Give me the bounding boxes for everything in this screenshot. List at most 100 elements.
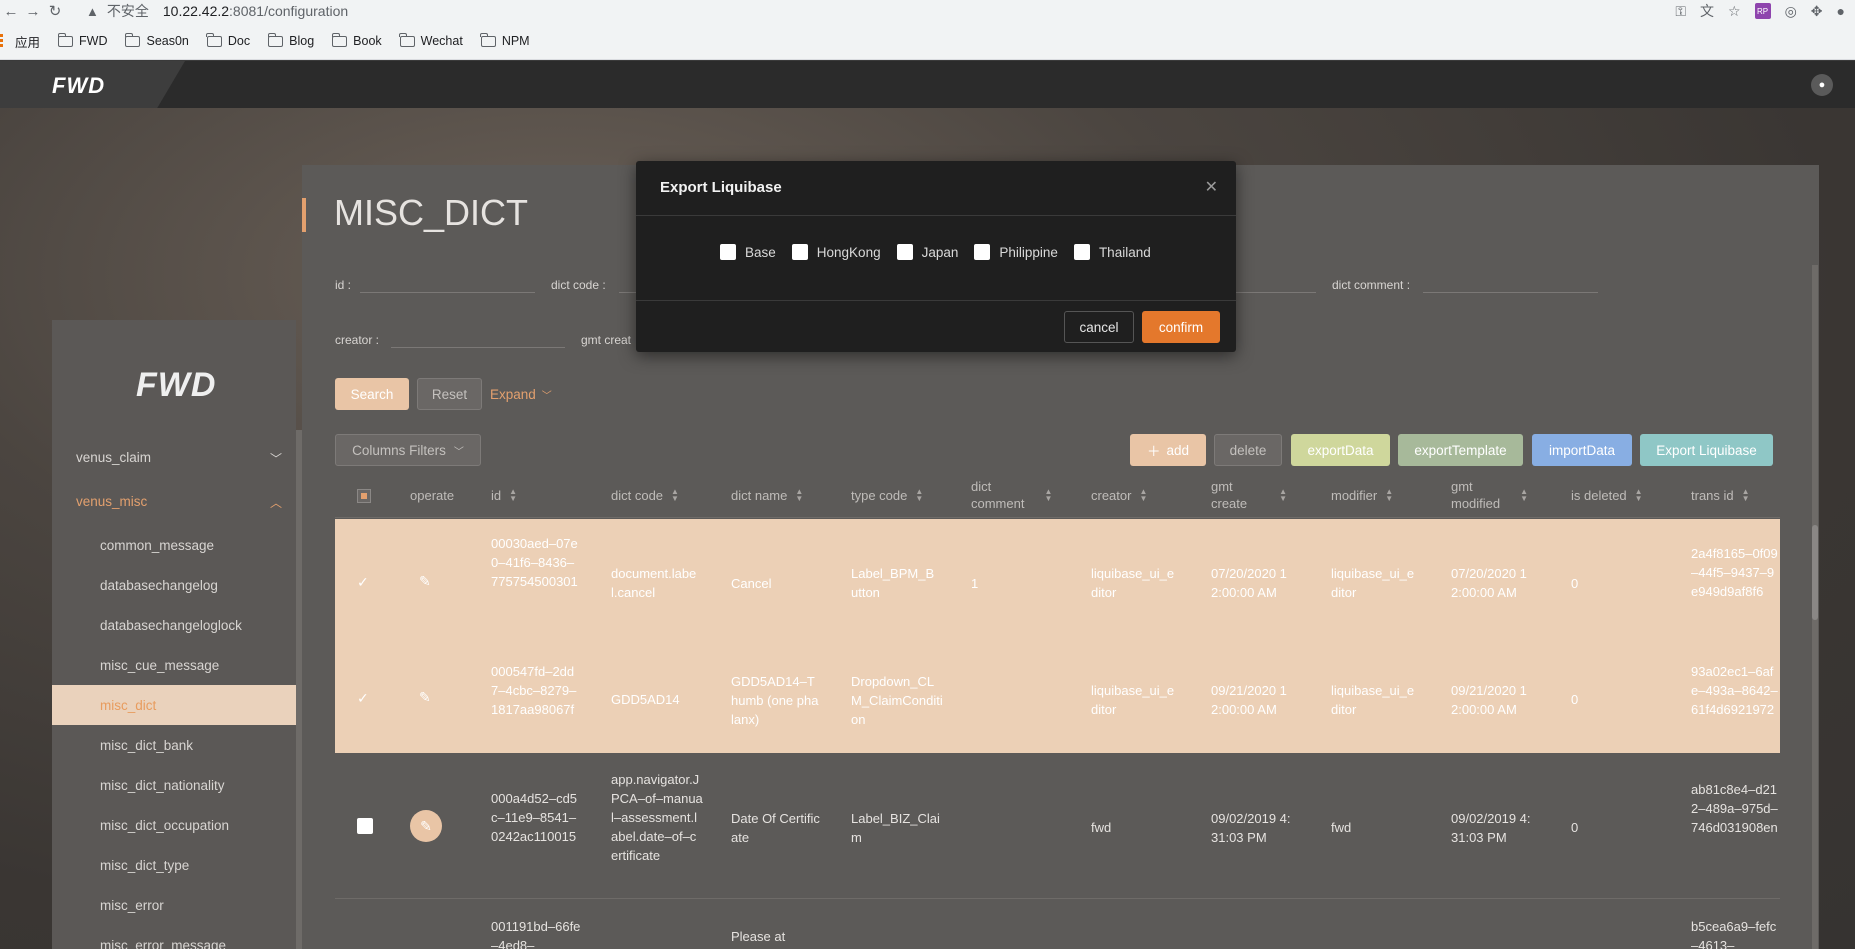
- creator-filter-input[interactable]: [391, 347, 565, 348]
- back-icon[interactable]: ←: [0, 0, 22, 22]
- column-gmt-create[interactable]: gmt create ▲ ▼: [1211, 472, 1287, 518]
- cell-creator: liquibase_ui_editor: [1091, 683, 1175, 717]
- bookmark-seas0n[interactable]: Seas0n: [124, 32, 189, 48]
- export-data-button[interactable]: exportData: [1291, 434, 1390, 466]
- add-button[interactable]: ＋ add: [1130, 434, 1206, 466]
- table-row[interactable]: 001191bd–66fe–4ed8– Please at b5cea6a9–f…: [335, 899, 1780, 949]
- option-hongkong[interactable]: HongKong: [791, 244, 881, 260]
- column-id[interactable]: id ▲ ▼: [491, 472, 517, 518]
- rp-extension-icon[interactable]: RP: [1754, 3, 1771, 19]
- column-creator[interactable]: creator ▲ ▼: [1091, 472, 1147, 518]
- sort-icon[interactable]: ▲ ▼: [795, 488, 803, 503]
- sidebar-item-misc-dict-nationality[interactable]: misc_dict_nationality: [52, 765, 296, 805]
- sort-icon[interactable]: ▲ ▼: [915, 488, 923, 503]
- star-icon[interactable]: ☆: [1728, 3, 1741, 20]
- sidebar-item-misc-dict-type[interactable]: misc_dict_type: [52, 845, 296, 885]
- checkbox[interactable]: [791, 244, 808, 260]
- bookmark-wechat[interactable]: Wechat: [399, 32, 463, 48]
- sort-icon[interactable]: ▲ ▼: [1635, 488, 1643, 503]
- column-trans-id[interactable]: trans id ▲ ▼: [1691, 472, 1750, 518]
- page-scrollbar-thumb[interactable]: [1812, 525, 1818, 620]
- dict-comment-filter-input[interactable]: [1423, 292, 1598, 293]
- header-logo[interactable]: FWD: [52, 73, 105, 99]
- sort-icon[interactable]: ▲ ▼: [1385, 488, 1393, 503]
- expand-button[interactable]: Expand ﹀: [490, 378, 560, 410]
- export-template-button[interactable]: exportTemplate: [1398, 434, 1523, 466]
- close-icon[interactable]: ✕: [1205, 177, 1218, 197]
- column-dict-comment[interactable]: dict comment ▲ ▼: [971, 472, 1052, 518]
- sort-icon[interactable]: ▲ ▼: [671, 488, 679, 503]
- app-header: FWD ●: [0, 61, 1855, 108]
- column-dict-name[interactable]: dict name ▲ ▼: [731, 472, 803, 518]
- bookmark-blog[interactable]: Blog: [267, 32, 314, 48]
- option-base[interactable]: Base: [720, 244, 776, 260]
- chevron-down-icon[interactable]: ﹀: [270, 450, 282, 467]
- column-type-code[interactable]: type code ▲ ▼: [851, 472, 923, 518]
- checkbox[interactable]: [974, 244, 991, 260]
- sidebar-item-misc-cue-message[interactable]: misc_cue_message: [52, 645, 296, 685]
- column-modifier[interactable]: modifier ▲ ▼: [1331, 472, 1393, 518]
- sidebar-item-databasechangelog[interactable]: databasechangelog: [52, 565, 296, 605]
- checkbox[interactable]: [1073, 244, 1090, 260]
- bookmark-fwd[interactable]: FWD: [57, 32, 107, 48]
- id-filter-input[interactable]: [360, 292, 535, 293]
- reload-icon[interactable]: ↻: [44, 0, 66, 22]
- chevron-up-icon[interactable]: ︿: [270, 494, 282, 511]
- sort-icon[interactable]: ▲ ▼: [1520, 488, 1528, 503]
- table-row[interactable]: ✓ ✎ 000547fd–2dd7–4cbc–8279–1817aa98067f…: [335, 646, 1780, 753]
- forward-icon[interactable]: →: [22, 0, 44, 22]
- bookmark-apps[interactable]: 应用: [0, 32, 40, 51]
- translate-icon[interactable]: 文: [1700, 1, 1714, 21]
- sidebar-item-misc-dict-occupation[interactable]: misc_dict_occupation: [52, 805, 296, 845]
- sidebar-item-misc-error[interactable]: misc_error: [52, 885, 296, 925]
- bookmark-doc[interactable]: Doc: [206, 32, 250, 48]
- table-row[interactable]: ✓ ✎ 00030aed–07e0–41f6–8436–775754500301…: [335, 519, 1780, 646]
- option-japan[interactable]: Japan: [896, 244, 958, 260]
- check-icon[interactable]: ✓: [357, 690, 369, 707]
- cancel-button[interactable]: cancel: [1064, 311, 1134, 343]
- option-thailand[interactable]: Thailand: [1073, 244, 1151, 260]
- column-gmt-modified[interactable]: gmt modified ▲ ▼: [1451, 472, 1528, 518]
- search-button[interactable]: Search: [335, 378, 409, 410]
- row-checkbox[interactable]: [357, 818, 373, 834]
- sidebar-item-misc-error-message[interactable]: misc_error_message: [52, 925, 296, 949]
- sidebar-item-common-message[interactable]: common_message: [52, 525, 296, 565]
- sidebar-group-venus-misc[interactable]: venus_misc: [76, 494, 147, 509]
- bookmark-book[interactable]: Book: [331, 32, 382, 48]
- key-icon[interactable]: ⚿: [1675, 3, 1686, 20]
- sidebar-item-databasechangeloglock[interactable]: databasechangeloglock: [52, 605, 296, 645]
- sidebar-item-misc-dict-bank[interactable]: misc_dict_bank: [52, 725, 296, 765]
- dict-name-filter-input[interactable]: [1236, 292, 1316, 293]
- checkbox[interactable]: [896, 244, 913, 260]
- user-icon[interactable]: ●: [1811, 74, 1833, 96]
- edit-icon[interactable]: ✎: [419, 689, 431, 706]
- select-all-checkbox[interactable]: [357, 489, 371, 503]
- export-liquibase-button[interactable]: Export Liquibase: [1640, 434, 1773, 466]
- columns-filters-button[interactable]: Columns Filters ﹀: [335, 434, 481, 466]
- confirm-button[interactable]: confirm: [1142, 311, 1220, 343]
- column-is-deleted[interactable]: is deleted ▲ ▼: [1571, 472, 1643, 518]
- edit-icon[interactable]: ✎: [410, 810, 442, 842]
- checkbox[interactable]: [720, 244, 736, 260]
- sidebar-item-misc-dict[interactable]: misc_dict: [52, 685, 296, 725]
- puzzle-icon[interactable]: ✥: [1811, 3, 1823, 20]
- url-host: 10.22.42.2: [162, 3, 230, 19]
- sort-icon[interactable]: ▲ ▼: [1139, 488, 1147, 503]
- sort-icon[interactable]: ▲ ▼: [1044, 488, 1052, 503]
- bookmark-npm[interactable]: NPM: [480, 32, 530, 48]
- edit-icon[interactable]: ✎: [419, 573, 431, 590]
- sort-icon[interactable]: ▲ ▼: [1742, 488, 1750, 503]
- table-row[interactable]: ✎ 000a4d52–cd5c–11e9–8541–0242ac110015 a…: [335, 753, 1780, 899]
- reset-button[interactable]: Reset: [417, 378, 482, 410]
- check-icon[interactable]: ✓: [357, 574, 369, 591]
- option-philippine[interactable]: Philippine: [974, 244, 1058, 260]
- address-bar[interactable]: ▲ 不安全 10.22.42.2:8081/configuration: [86, 0, 348, 22]
- import-data-button[interactable]: importData: [1532, 434, 1632, 466]
- delete-button[interactable]: delete: [1214, 434, 1282, 466]
- sidebar-group-venus-claim[interactable]: venus_claim: [76, 450, 151, 465]
- profile-icon[interactable]: ●: [1837, 3, 1845, 19]
- column-dict-code[interactable]: dict code ▲ ▼: [611, 472, 679, 518]
- sort-icon[interactable]: ▲ ▼: [1279, 488, 1287, 503]
- sort-icon[interactable]: ▲ ▼: [509, 488, 517, 503]
- extension-circle-icon[interactable]: ◎: [1785, 3, 1797, 20]
